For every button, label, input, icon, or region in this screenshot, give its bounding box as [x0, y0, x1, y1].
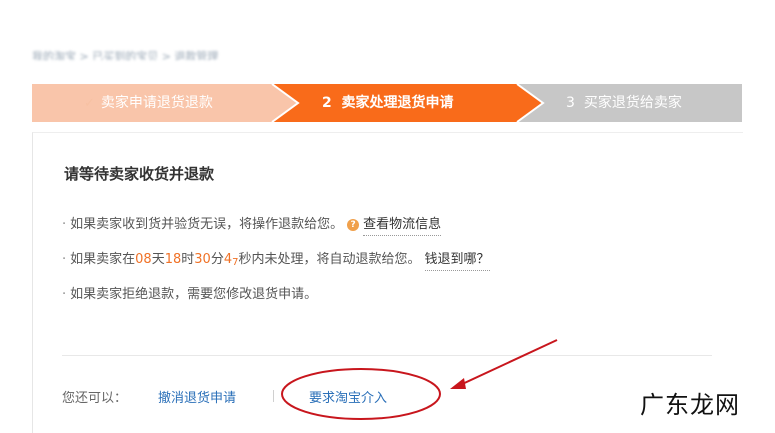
countdown-prefix: 如果卖家在 — [70, 252, 136, 267]
bullet: · — [62, 217, 67, 232]
info-line-2: · 如果卖家在08天18时30分47秒内未处理，将自动退款给您。 钱退到哪？ — [62, 248, 490, 271]
step-2: 2 卖家处理退货申请 — [322, 84, 454, 122]
info-line-3-text: 如果卖家拒绝退款，需要您修改退货申请。 — [70, 287, 318, 302]
watermark-logo: 广东龙网 — [640, 391, 740, 419]
step-3: 3 买家退货给卖家 — [566, 84, 682, 122]
step-3-label: 买家退货给卖家 — [583, 95, 682, 111]
bullet: · — [62, 287, 67, 302]
step-2-number: 2 — [322, 95, 332, 111]
info-line-1-text: 如果卖家收到货并验货无误，将操作退款给您。 — [70, 217, 344, 232]
step-1: ✓ 卖家申请退货退款 — [84, 84, 213, 122]
view-logistics-link[interactable]: 查看物流信息 — [363, 217, 442, 236]
info-line-3: · 如果卖家拒绝退款，需要您修改退货申请。 — [62, 283, 317, 302]
countdown-minutes-unit: 分 — [210, 252, 224, 267]
countdown-suffix: 内未处理，将自动退款给您。 — [251, 252, 421, 267]
request-taobao-intervention-link[interactable]: 要求淘宝介入 — [309, 387, 387, 406]
step-3-number: 3 — [566, 95, 575, 111]
countdown-days-unit: 天 — [151, 252, 165, 267]
countdown-seconds-unit: 秒 — [238, 252, 252, 267]
cancel-return-request-link[interactable]: 撤消退货申请 — [158, 387, 236, 406]
bullet: · — [62, 252, 67, 267]
refund-destination-link[interactable]: 钱退到哪？ — [424, 252, 490, 271]
countdown-hours-unit: 时 — [181, 252, 195, 267]
action-separator — [273, 390, 274, 402]
progress-steps: ✓ 卖家申请退货退款 2 卖家处理退货申请 3 买家退货给卖家 — [32, 84, 742, 122]
check-icon: ✓ — [84, 96, 95, 111]
countdown-minutes: 30 — [194, 252, 211, 267]
countdown-seconds-tens: 4 — [223, 252, 233, 267]
page-title: 请等待卖家收货并退款 — [64, 165, 215, 183]
divider — [62, 355, 712, 356]
step-1-label: 卖家申请退货退款 — [100, 95, 213, 111]
actions-label: 您还可以： — [62, 391, 128, 406]
question-icon: ? — [347, 219, 360, 231]
actions-bar: 您还可以： — [62, 387, 127, 406]
breadcrumb: 我的淘宝 > 已买到的宝贝 > 退款管理 — [32, 50, 219, 60]
countdown-days: 08 — [135, 252, 152, 267]
step-2-label: 卖家处理退货申请 — [341, 95, 454, 111]
info-line-1: · 如果卖家收到货并验货无误，将操作退款给您。? 查看物流信息 — [62, 213, 442, 236]
countdown-hours: 18 — [164, 252, 182, 267]
